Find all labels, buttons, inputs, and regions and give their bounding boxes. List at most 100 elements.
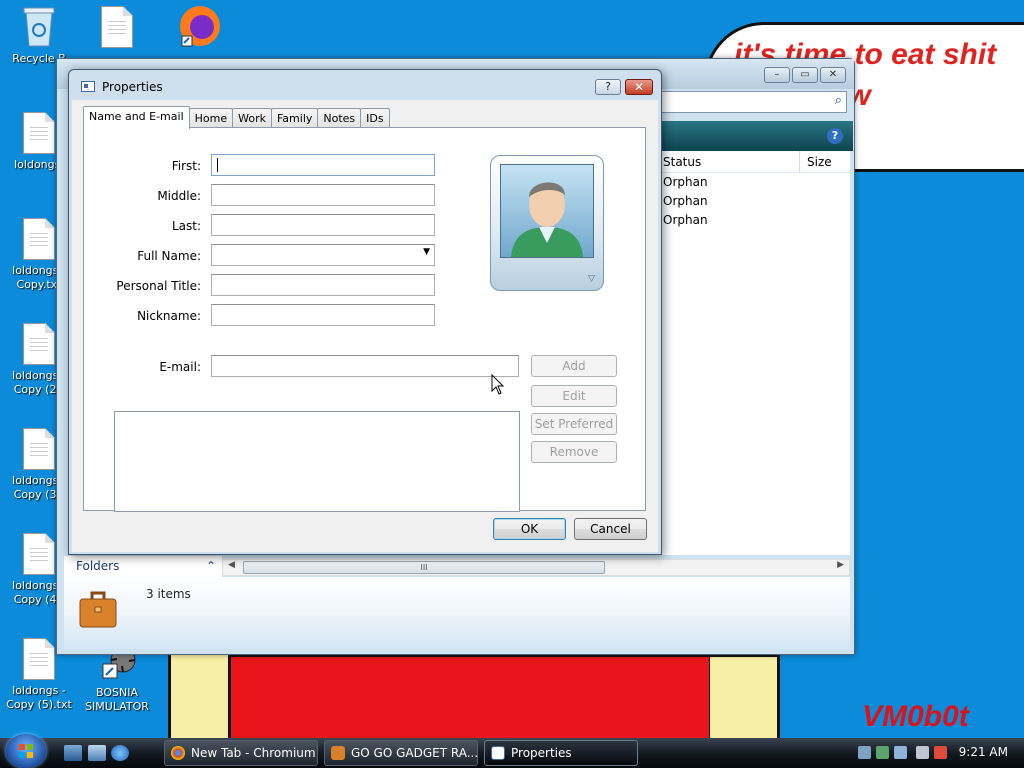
text-file-icon bbox=[23, 428, 55, 470]
chromium-icon bbox=[171, 746, 185, 760]
tray-app-icon[interactable] bbox=[894, 746, 907, 759]
command-bar: ? bbox=[657, 121, 853, 151]
firefox-icon bbox=[180, 6, 220, 47]
mouse-cursor-icon bbox=[491, 374, 505, 395]
tab-strip: Name and E-mail Home Work Family Notes I… bbox=[83, 106, 390, 129]
briefcase-icon bbox=[79, 591, 117, 628]
help-button[interactable]: ? bbox=[595, 79, 621, 95]
taskbar-button-label: New Tab - Chromium bbox=[191, 746, 316, 760]
desktop-icon-text-file[interactable] bbox=[82, 6, 152, 52]
wallpaper-art-red bbox=[228, 654, 712, 740]
list-item[interactable]: Orphan bbox=[657, 211, 850, 230]
wallpaper-signature: VM0b0t bbox=[862, 700, 969, 733]
dialog-body: Name and E-mail Home Work Family Notes I… bbox=[72, 100, 658, 552]
folder-icon bbox=[331, 746, 345, 760]
desktop-icon-recycle-bin[interactable]: Recycle B bbox=[4, 4, 74, 66]
column-separator[interactable] bbox=[799, 151, 800, 172]
taskbar-button-chromium[interactable]: New Tab - Chromium bbox=[164, 740, 318, 766]
minimize-button[interactable]: – bbox=[764, 67, 790, 83]
text-file-icon bbox=[23, 323, 55, 365]
chevron-down-icon[interactable]: ▽ bbox=[588, 274, 595, 284]
details-pane: 3 items bbox=[64, 577, 850, 649]
taskbar-button-label: Properties bbox=[511, 746, 572, 760]
personal-title-field[interactable] bbox=[211, 274, 435, 296]
scrollbar-thumb[interactable]: III bbox=[243, 561, 605, 574]
internet-explorer-icon[interactable] bbox=[111, 745, 129, 761]
folders-toggle[interactable]: Folders ⌃ bbox=[64, 555, 222, 577]
folders-label: Folders bbox=[76, 559, 120, 573]
list-item[interactable]: Orphan bbox=[657, 192, 850, 211]
contact-card-icon bbox=[81, 81, 95, 92]
desktop-icon-firefox[interactable] bbox=[160, 2, 230, 54]
explorer-window-controls: – ▭ ✕ bbox=[764, 67, 846, 83]
text-caret bbox=[217, 158, 218, 172]
scroll-right-icon[interactable]: ▶ bbox=[837, 560, 844, 570]
contact-photo-frame bbox=[500, 164, 594, 258]
wallpaper-art-right bbox=[710, 654, 780, 740]
tray-app-icon[interactable] bbox=[876, 746, 889, 759]
taskbar: New Tab - Chromium GO GO GADGET RA... Pr… bbox=[0, 734, 1024, 768]
remove-email-button[interactable]: Remove bbox=[531, 441, 617, 463]
list-item[interactable]: Orphan bbox=[657, 173, 850, 192]
edit-email-button[interactable]: Edit bbox=[531, 385, 617, 407]
connection-icon[interactable] bbox=[916, 746, 929, 759]
contact-photo[interactable]: ▽ bbox=[490, 155, 604, 291]
tab-ids[interactable]: IDs bbox=[360, 108, 390, 128]
item-count: 3 items bbox=[146, 587, 191, 601]
nickname-label: Nickname: bbox=[137, 309, 201, 323]
close-button[interactable]: ✕ bbox=[820, 67, 846, 83]
add-email-button[interactable]: Add bbox=[531, 355, 617, 377]
properties-dialog: Properties ? ✕ Name and E-mail Home Work… bbox=[68, 69, 662, 555]
text-file-icon bbox=[23, 218, 55, 260]
tab-home[interactable]: Home bbox=[188, 108, 234, 128]
set-preferred-button[interactable]: Set Preferred bbox=[531, 413, 617, 435]
email-field[interactable] bbox=[211, 355, 519, 377]
clock[interactable]: 9:21 AM bbox=[959, 745, 1008, 759]
close-button[interactable]: ✕ bbox=[625, 79, 653, 95]
full-name-label: Full Name: bbox=[137, 249, 201, 263]
person-silhouette-icon bbox=[511, 182, 583, 257]
middle-name-label: Middle: bbox=[157, 189, 201, 203]
personal-title-label: Personal Title: bbox=[116, 279, 201, 293]
volume-muted-icon[interactable] bbox=[934, 746, 947, 759]
horizontal-scrollbar[interactable]: ◀ III ▶ bbox=[222, 559, 850, 576]
help-icon[interactable]: ? bbox=[827, 128, 843, 144]
tab-name-and-email[interactable]: Name and E-mail bbox=[83, 106, 190, 129]
tab-work[interactable]: Work bbox=[232, 108, 272, 128]
column-header-size[interactable]: Size bbox=[807, 155, 832, 169]
desktop-icon-bosnia-simulator[interactable]: BOSNIA SIMULATOR bbox=[80, 646, 154, 714]
nickname-field[interactable] bbox=[211, 304, 435, 326]
text-file-icon bbox=[23, 112, 55, 154]
taskbar-button-properties[interactable]: Properties bbox=[484, 740, 638, 766]
maximize-button[interactable]: ▭ bbox=[792, 67, 818, 83]
first-name-label: First: bbox=[171, 159, 201, 173]
show-desktop-icon[interactable] bbox=[64, 745, 82, 761]
chevron-down-icon[interactable]: ▼ bbox=[423, 247, 430, 257]
ok-button[interactable]: OK bbox=[493, 518, 566, 540]
contact-card-icon bbox=[491, 746, 505, 760]
tab-notes[interactable]: Notes bbox=[317, 108, 362, 128]
recycle-bin-icon bbox=[23, 7, 55, 47]
cancel-button[interactable]: Cancel bbox=[574, 518, 647, 540]
tab-family[interactable]: Family bbox=[270, 108, 319, 128]
middle-name-field[interactable] bbox=[211, 184, 435, 206]
full-name-dropdown[interactable]: ▼ bbox=[211, 244, 435, 266]
first-name-field[interactable] bbox=[211, 154, 435, 176]
chevron-up-icon: ⌃ bbox=[205, 559, 216, 573]
dialog-title-bar[interactable]: Properties ? ✕ bbox=[69, 70, 661, 98]
scroll-left-icon[interactable]: ◀ bbox=[228, 560, 235, 570]
network-icon[interactable] bbox=[858, 746, 871, 759]
taskbar-button-gadget[interactable]: GO GO GADGET RA... bbox=[324, 740, 478, 766]
tab-panel: First: Middle: Last: Full Name: ▼ Person… bbox=[83, 127, 646, 512]
search-icon[interactable]: ⌕ bbox=[835, 93, 842, 108]
search-box[interactable]: ⌕ bbox=[657, 91, 847, 113]
column-headers: Status Size bbox=[657, 151, 850, 173]
switch-windows-icon[interactable] bbox=[88, 745, 106, 761]
last-name-field[interactable] bbox=[211, 214, 435, 236]
start-button[interactable] bbox=[6, 734, 46, 768]
email-list[interactable] bbox=[114, 411, 520, 512]
column-header-status[interactable]: Status bbox=[663, 155, 701, 169]
dialog-title: Properties bbox=[102, 80, 163, 94]
text-file-icon bbox=[23, 533, 55, 575]
wallpaper-art-left bbox=[168, 654, 230, 740]
